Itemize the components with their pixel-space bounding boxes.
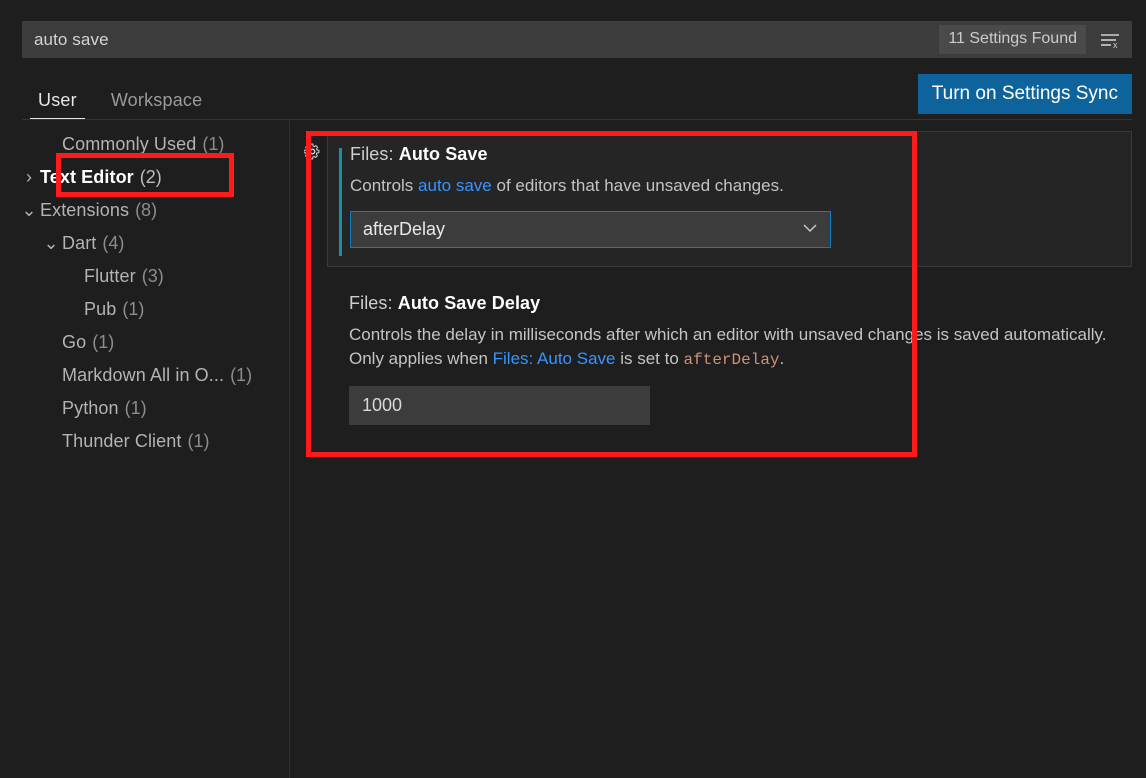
sidebar-item-markdown-all-in-o[interactable]: Markdown All in O... (1) [0, 359, 289, 392]
sidebar-item-thunder-client[interactable]: Thunder Client (1) [0, 425, 289, 458]
sidebar-item-label: Dart [62, 233, 97, 253]
sidebar-item-count: (1) [187, 431, 210, 451]
sidebar-item-go[interactable]: Go (1) [0, 326, 289, 359]
sidebar-item-count: (4) [102, 233, 125, 253]
sidebar-item-count: (2) [139, 167, 162, 187]
sidebar-item-dart[interactable]: ⌄ Dart (4) [0, 227, 289, 260]
sidebar-item-text-editor[interactable]: › Text Editor (2) [0, 161, 289, 194]
sidebar-item-count: (3) [141, 266, 164, 286]
search-input[interactable] [22, 21, 940, 58]
desc-code-afterdelay: afterDelay [683, 351, 780, 370]
settings-editor: 11 Settings Found x User Workspace Turn … [0, 0, 1146, 778]
turn-on-settings-sync-button[interactable]: Turn on Settings Sync [917, 74, 1132, 114]
setting-title-prefix: Files: [349, 293, 398, 313]
chevron-down-icon[interactable]: ⌄ [18, 200, 40, 221]
tab-user[interactable]: User [30, 90, 85, 120]
sidebar-item-label: Pub [84, 299, 117, 319]
sidebar-item-label: Thunder Client [62, 431, 182, 451]
setting-row-files-auto-save-delay[interactable]: Files: Auto Save Delay Controls the dela… [327, 281, 1132, 443]
setting-title-files-auto-save-delay: Files: Auto Save Delay [349, 293, 1116, 314]
svg-text:x: x [1113, 40, 1118, 50]
setting-title-files-auto-save: Files: Auto Save [350, 144, 1115, 165]
desc-text-before: Controls [350, 176, 419, 195]
sidebar-item-count: (8) [135, 200, 158, 220]
settings-found-count: 11 Settings Found [939, 25, 1086, 54]
settings-search-bar: 11 Settings Found x [22, 21, 1132, 58]
settings-toc-sidebar[interactable]: Commonly Used (1) › Text Editor (2) ⌄ Extensio… [0, 121, 290, 778]
sidebar-item-label: Python [62, 398, 119, 418]
sidebar-item-label: Extensions [40, 200, 130, 220]
settings-toc-list: Commonly Used (1) › Text Editor (2) ⌄ Extensio… [0, 128, 289, 458]
desc-link-auto-save[interactable]: auto save [418, 176, 492, 195]
desc-text-after: of editors that have unsaved changes. [491, 176, 784, 195]
sidebar-item-count: (1) [202, 134, 225, 154]
desc-text-part3: . [779, 349, 785, 369]
auto-save-dropdown[interactable]: afterDelay [350, 211, 831, 249]
sidebar-item-pub[interactable]: Pub (1) [0, 293, 289, 326]
chevron-down-icon [801, 221, 819, 239]
desc-link-files-auto-save[interactable]: Files: Auto Save [493, 349, 616, 368]
modified-indicator [339, 148, 342, 256]
sidebar-item-count: (1) [124, 398, 147, 418]
sidebar-item-label: Go [62, 332, 87, 352]
sidebar-item-label: Markdown All in O... [62, 365, 225, 385]
sidebar-item-count: (1) [122, 299, 145, 319]
setting-title-name: Auto Save Delay [397, 293, 541, 313]
sidebar-item-count: (1) [92, 332, 115, 352]
sidebar-item-label: Text Editor [40, 167, 134, 187]
tab-workspace[interactable]: Workspace [103, 90, 211, 120]
setting-title-name: Auto Save [398, 144, 488, 164]
gear-icon[interactable] [299, 143, 325, 160]
desc-text-part2: is set to [615, 349, 684, 369]
setting-description-files-auto-save-delay: Controls the delay in milliseconds after… [349, 323, 1116, 372]
sidebar-item-label: Commonly Used [62, 134, 197, 154]
header-divider [22, 119, 1132, 120]
setting-description-files-auto-save: Controls auto save of editors that have … [350, 174, 1115, 198]
setting-title-prefix: Files: [350, 144, 399, 164]
sidebar-item-extensions[interactable]: ⌄ Extensions (8) [0, 194, 289, 227]
clear-filter-icon[interactable]: x [1092, 23, 1128, 56]
auto-save-dropdown-value: afterDelay [363, 219, 446, 240]
chevron-right-icon[interactable]: › [18, 167, 40, 188]
sidebar-item-flutter[interactable]: Flutter (3) [0, 260, 289, 293]
settings-tabs: User Workspace [30, 72, 210, 120]
sidebar-item-commonly-used[interactable]: Commonly Used (1) [0, 128, 289, 161]
setting-row-files-auto-save[interactable]: Files: Auto Save Controls auto save of e… [327, 131, 1132, 268]
chevron-down-icon[interactable]: ⌄ [40, 233, 62, 254]
sidebar-item-label: Flutter [84, 266, 136, 286]
auto-save-delay-input[interactable] [349, 385, 650, 425]
sidebar-item-python[interactable]: Python (1) [0, 392, 289, 425]
settings-content-pane: Files: Auto Save Controls auto save of e… [291, 121, 1146, 778]
sidebar-item-count: (1) [230, 365, 253, 385]
